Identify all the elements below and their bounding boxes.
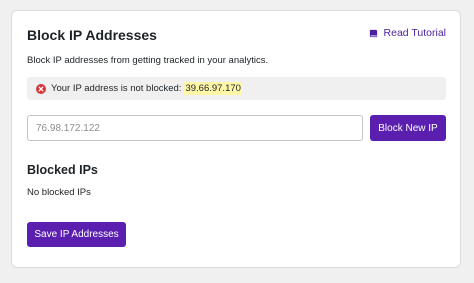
settings-card: Block IP Addresses Read Tutorial Block I…	[11, 10, 461, 268]
ip-status-message: Your IP address is not blocked:	[51, 83, 182, 94]
blocked-ips-empty-text: No blocked IPs	[27, 187, 91, 198]
book-icon	[369, 29, 377, 37]
block-new-ip-button[interactable]: Block New IP	[370, 115, 446, 141]
error-icon	[36, 83, 46, 94]
ip-address-input[interactable]	[27, 115, 363, 141]
save-ip-addresses-button[interactable]: Save IP Addresses	[27, 222, 126, 247]
current-ip-address: 39.66.97.170	[184, 82, 242, 95]
page-description: Block IP addresses from getting tracked …	[27, 55, 269, 66]
read-tutorial-link[interactable]: Read Tutorial	[369, 27, 446, 39]
read-tutorial-label: Read Tutorial	[383, 27, 446, 39]
page-title: Block IP Addresses	[27, 27, 157, 43]
ip-status-notice: Your IP address is not blocked: 39.66.97…	[27, 77, 446, 100]
blocked-ips-heading: Blocked IPs	[27, 163, 98, 177]
